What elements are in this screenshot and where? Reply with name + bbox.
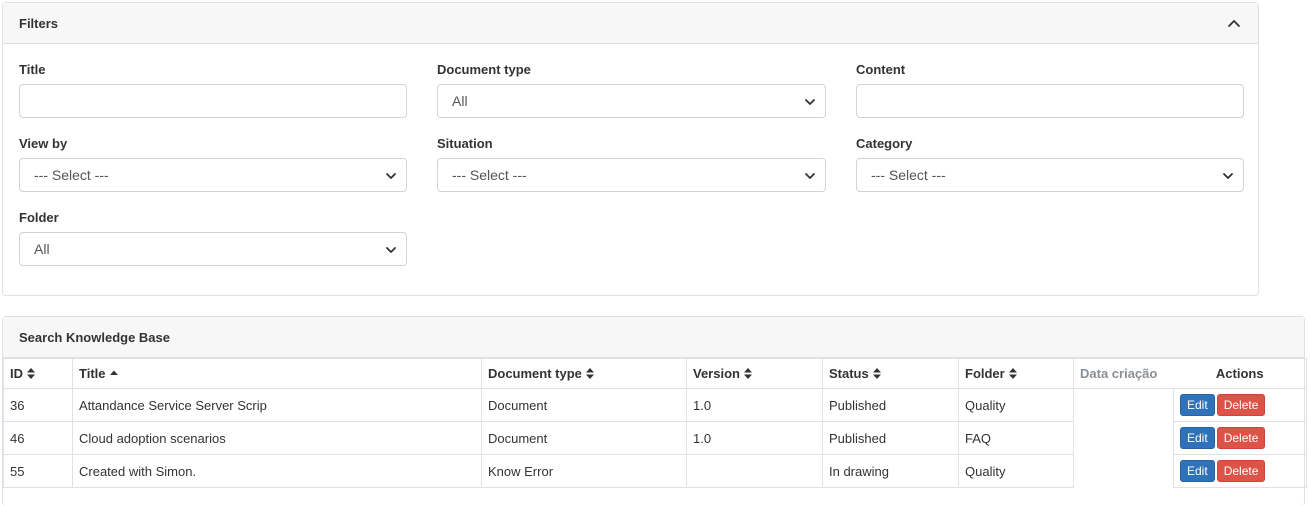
content-label: Content	[856, 62, 906, 77]
knowledge-base-header: Search Knowledge Base	[3, 317, 1304, 358]
cell-status: Published	[822, 421, 959, 455]
folder-select[interactable]: All	[19, 232, 407, 266]
edit-button[interactable]: Edit	[1180, 394, 1215, 416]
knowledge-base-title: Search Knowledge Base	[19, 330, 170, 345]
sort-icon	[585, 368, 594, 379]
situation-selected: --- Select ---	[452, 167, 527, 183]
knowledge-base-panel: Search Knowledge Base ID Title Document …	[2, 316, 1307, 506]
cell-version	[686, 454, 823, 488]
column-header-status[interactable]: Status	[822, 358, 959, 389]
cell-actions: Edit Delete	[1173, 454, 1307, 488]
table-row: 36 Attandance Service Server Scrip Docum…	[3, 388, 1307, 422]
title-input[interactable]	[19, 84, 407, 118]
column-header-document-type[interactable]: Document type	[481, 358, 687, 389]
cell-folder: Quality	[958, 454, 1074, 488]
sort-icon	[27, 368, 35, 379]
view-by-selected: --- Select ---	[34, 167, 109, 183]
document-type-selected: All	[452, 93, 468, 109]
chevron-up-icon[interactable]	[1227, 16, 1241, 30]
knowledge-base-table: ID Title Document type Version Status Fo…	[3, 358, 1307, 488]
cell-folder: Quality	[958, 388, 1074, 422]
category-select[interactable]: --- Select ---	[856, 158, 1244, 192]
cell-folder: FAQ	[958, 421, 1074, 455]
content-input[interactable]	[856, 84, 1244, 118]
folder-label: Folder	[19, 210, 59, 225]
chevron-down-icon	[386, 247, 396, 253]
cell-document-type: Know Error	[481, 454, 687, 488]
cell-version: 1.0	[686, 421, 823, 455]
filters-panel: Filters Title Document type All Content …	[2, 2, 1259, 296]
cell-id: 36	[3, 388, 73, 422]
view-by-select[interactable]: --- Select ---	[19, 158, 407, 192]
cell-actions: Edit Delete	[1173, 388, 1307, 422]
chevron-down-icon	[805, 99, 815, 105]
column-header-id[interactable]: ID	[3, 358, 73, 389]
cell-date	[1073, 388, 1174, 422]
column-header-actions: Actions	[1173, 358, 1307, 389]
edit-button[interactable]: Edit	[1180, 427, 1215, 449]
cell-title: Attandance Service Server Scrip	[72, 388, 482, 422]
cell-id: 55	[3, 454, 73, 488]
table-row: 46 Cloud adoption scenarios Document 1.0…	[3, 421, 1307, 455]
cell-status: Published	[822, 388, 959, 422]
category-selected: --- Select ---	[871, 167, 946, 183]
folder-selected: All	[34, 241, 50, 257]
sort-icon	[872, 368, 881, 379]
edit-button[interactable]: Edit	[1180, 460, 1215, 482]
cell-id: 46	[3, 421, 73, 455]
sort-ascending-icon	[109, 370, 118, 375]
delete-button[interactable]: Delete	[1216, 427, 1266, 449]
cell-status: In drawing	[822, 454, 959, 488]
table-header-row: ID Title Document type Version Status Fo…	[3, 358, 1307, 389]
table-row: 55 Created with Simon. Know Error In dra…	[3, 454, 1307, 488]
filters-header[interactable]: Filters	[3, 3, 1258, 44]
cell-title: Created with Simon.	[72, 454, 482, 488]
cell-document-type: Document	[481, 388, 687, 422]
delete-button[interactable]: Delete	[1216, 394, 1266, 416]
cell-title: Cloud adoption scenarios	[72, 421, 482, 455]
situation-select[interactable]: --- Select ---	[437, 158, 826, 192]
chevron-down-icon	[805, 173, 815, 179]
document-type-select[interactable]: All	[437, 84, 826, 118]
situation-label: Situation	[437, 136, 493, 151]
chevron-down-icon	[1223, 173, 1233, 179]
cell-document-type: Document	[481, 421, 687, 455]
cell-version: 1.0	[686, 388, 823, 422]
column-header-title[interactable]: Title	[72, 358, 482, 389]
column-header-folder[interactable]: Folder	[958, 358, 1074, 389]
view-by-label: View by	[19, 136, 68, 151]
cell-date	[1073, 454, 1174, 488]
sort-icon	[743, 368, 752, 379]
column-header-date: Data criação	[1073, 358, 1174, 389]
cell-date	[1073, 421, 1174, 455]
title-label: Title	[19, 62, 46, 77]
cell-actions: Edit Delete	[1173, 421, 1307, 455]
document-type-label: Document type	[437, 62, 531, 77]
delete-button[interactable]: Delete	[1216, 460, 1266, 482]
category-label: Category	[856, 136, 913, 151]
column-header-version[interactable]: Version	[686, 358, 823, 389]
chevron-down-icon	[386, 173, 396, 179]
filters-title: Filters	[19, 16, 59, 31]
sort-icon	[1008, 368, 1017, 379]
